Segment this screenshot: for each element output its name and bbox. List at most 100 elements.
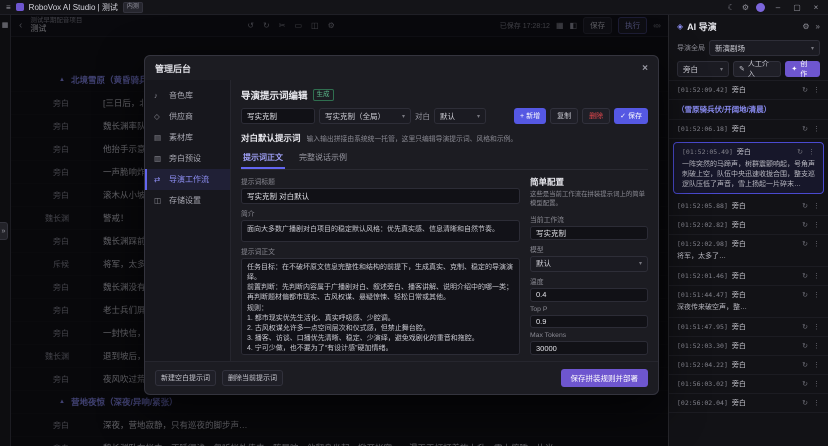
regenerate-icon[interactable]: ↻ xyxy=(802,399,808,407)
scope-select[interactable]: 新演剧场 ▾ xyxy=(709,40,820,56)
more-icon[interactable]: ⋮ xyxy=(813,399,820,407)
role-select[interactable]: 旁白 ▾ xyxy=(677,61,729,77)
more-icon[interactable]: ⋮ xyxy=(813,342,820,350)
new-blank-prompt-button[interactable]: 新建空白提示词 xyxy=(155,370,216,386)
regenerate-icon[interactable]: ↻ xyxy=(802,86,808,94)
prompt-title-input[interactable] xyxy=(241,188,520,204)
delete-current-prompt-button[interactable]: 删除当前提示词 xyxy=(222,370,283,386)
minimize-button[interactable]: – xyxy=(772,3,784,12)
temperature-input[interactable] xyxy=(530,288,648,302)
regenerate-icon[interactable]: ↻ xyxy=(802,272,808,280)
regenerate-icon[interactable]: ↻ xyxy=(802,323,808,331)
generate-badge: 生成 xyxy=(313,89,334,101)
current-workflow-input[interactable] xyxy=(530,226,648,240)
regenerate-icon[interactable]: ↻ xyxy=(797,148,803,156)
role-tag: 旁白 xyxy=(732,379,746,389)
panel-expand-button[interactable]: » xyxy=(0,222,8,240)
modal-menu-item[interactable]: ♪ 音色库 xyxy=(145,85,230,106)
tab-full-example[interactable]: 完整说话示例 xyxy=(297,150,349,169)
config-title: 简单配置 xyxy=(530,176,648,188)
more-icon[interactable]: ⋮ xyxy=(813,86,820,94)
regenerate-icon[interactable]: ↻ xyxy=(802,240,808,248)
home-icon[interactable]: ▦ xyxy=(2,21,9,29)
maximize-button[interactable]: ▢ xyxy=(791,3,803,12)
copy-button[interactable]: 复制 xyxy=(550,108,578,124)
chevron-down-icon: ▾ xyxy=(811,45,814,52)
more-icon[interactable]: ⋮ xyxy=(813,125,820,133)
avatar[interactable] xyxy=(756,3,765,12)
regenerate-icon[interactable]: ↻ xyxy=(802,380,808,388)
regenerate-icon[interactable]: ↻ xyxy=(802,291,808,299)
regenerate-icon[interactable]: ↻ xyxy=(802,202,808,210)
modal-menu-item[interactable]: ⇄ 导演工作流 xyxy=(145,169,230,190)
manual-edit-button[interactable]: ✎ 人工介入 xyxy=(733,61,781,77)
prompt-section-title: 对白默认提示词 xyxy=(241,132,301,144)
director-item[interactable]: [01:52:09.42] 旁白 ↻ ⋮ xyxy=(669,81,828,100)
modal-menu-item[interactable]: ◫ 存储设置 xyxy=(145,190,230,211)
delete-button[interactable]: 删除 xyxy=(582,108,610,124)
manual-edit-label: 人工介入 xyxy=(748,59,776,79)
more-icon[interactable]: ⋮ xyxy=(813,202,820,210)
close-button[interactable]: × xyxy=(810,3,822,12)
director-item[interactable]: [01:52:04.22] 旁白 ↻ ⋮ xyxy=(669,356,828,375)
create-button[interactable]: ✦ 创作 xyxy=(785,61,820,77)
director-item[interactable]: （雪原骑兵伏/开阔地/清晨） ↻ ⋮ xyxy=(669,100,828,120)
workflow-label: 当前工作流 xyxy=(530,214,648,224)
deploy-button[interactable]: 保存拼装规则并部署 xyxy=(561,369,649,387)
director-item[interactable]: [01:52:05.88] 旁白 ↻ ⋮ xyxy=(669,197,828,216)
workflow-name-input[interactable] xyxy=(241,108,315,124)
top-p-input[interactable] xyxy=(530,315,648,329)
more-icon[interactable]: ⋮ xyxy=(813,380,820,388)
prompt-section-desc: 输入输出拼接由系统统一托管，这里只编辑导演提示词、风格和示例。 xyxy=(307,133,518,143)
director-item[interactable]: [01:52:02.82] 旁白 ↻ ⋮ xyxy=(669,216,828,235)
add-label: 新增 xyxy=(526,111,540,121)
model-select[interactable]: 默认 ▾ xyxy=(530,256,648,272)
director-item-text: 一阵突然的马蹄声，树群震颤响起，号角声刺破上空，队伍中央迅速收拢合围，整支巡逻队… xyxy=(682,160,815,189)
director-item[interactable]: [01:51:47.95] 旁白 ↻ ⋮ xyxy=(669,318,828,337)
director-settings-icon[interactable]: ⚙ xyxy=(802,22,809,31)
intro-textarea[interactable]: 面向大多数广播剧对白项目的稳定默认风格：优先真实感、信息清晰和自然节奏。 xyxy=(241,220,520,242)
sparkle-icon: ✦ xyxy=(791,65,797,73)
timestamp: [01:52:02.82] xyxy=(677,221,728,229)
more-icon[interactable]: ⋮ xyxy=(813,291,820,299)
more-icon[interactable]: ⋮ xyxy=(813,240,820,248)
save-prompt-button[interactable]: ✓ 保存 xyxy=(614,108,648,124)
prompt-fields: 提示词标题 简介 面向大多数广播剧对白项目的稳定默认风格：优先真实感、信息清晰和… xyxy=(241,176,520,355)
director-item[interactable]: [02:56:02.04] 旁白 ↻ ⋮ xyxy=(669,394,828,413)
tab-prompt-body[interactable]: 提示词正文 xyxy=(241,150,285,169)
director-item[interactable]: [01:51:44.47] 旁白 ↻ ⋮ 深夜传来破空声，整… xyxy=(669,286,828,318)
more-icon[interactable]: ⋮ xyxy=(808,148,815,156)
menu-icon[interactable]: ≡ xyxy=(6,3,11,12)
more-icon[interactable]: ⋮ xyxy=(813,221,820,229)
timestamp: [01:51:44.47] xyxy=(677,291,728,299)
more-icon[interactable]: ⋮ xyxy=(813,272,820,280)
timestamp: [02:56:02.04] xyxy=(677,399,728,407)
modal-close-icon[interactable]: × xyxy=(642,63,648,74)
more-icon[interactable]: ⋮ xyxy=(813,323,820,331)
regenerate-icon[interactable]: ↻ xyxy=(802,361,808,369)
director-item[interactable]: [01:56:03.02] 旁白 ↻ ⋮ xyxy=(669,375,828,394)
modal-menu-item[interactable]: ▤ 素材库 xyxy=(145,127,230,148)
more-icon[interactable]: ⋮ xyxy=(813,361,820,369)
settings-icon[interactable]: ⚙ xyxy=(742,3,749,12)
director-collapse-icon[interactable]: » xyxy=(816,22,820,31)
app-logo-icon xyxy=(16,3,24,11)
max-tokens-input[interactable] xyxy=(530,341,648,355)
add-button[interactable]: + 新增 xyxy=(514,108,546,124)
preset-select[interactable]: 默认 ▾ xyxy=(434,108,486,124)
director-item[interactable]: [01:52:05.49] 旁白 ↻ ⋮ 一阵突然的马蹄声，树群震颤响起，号角声… xyxy=(673,142,824,194)
modal-menu-item[interactable]: ▥ 旁白预设 xyxy=(145,148,230,169)
director-item[interactable]: [01:52:06.18] 旁白 ↻ ⋮ xyxy=(669,120,828,139)
theme-icon[interactable]: ☾ xyxy=(728,3,735,12)
workflow-scope-select[interactable]: 写实克制（全局） ▾ xyxy=(319,108,411,124)
modal-header: 管理后台 × xyxy=(145,56,658,80)
prompt-body-textarea[interactable]: 任务目标：在不破坏原文信息完整性和结构的前提下，生成真实、克制、稳定的导演演绎。… xyxy=(241,258,520,355)
regenerate-icon[interactable]: ↻ xyxy=(802,125,808,133)
timestamp: [01:52:06.18] xyxy=(677,125,728,133)
modal-menu-item[interactable]: ◇ 供应商 xyxy=(145,106,230,127)
director-item[interactable]: [01:52:03.30] 旁白 ↻ ⋮ xyxy=(669,337,828,356)
regenerate-icon[interactable]: ↻ xyxy=(802,221,808,229)
regenerate-icon[interactable]: ↻ xyxy=(802,342,808,350)
director-item[interactable]: [01:52:02.98] 旁白 ↻ ⋮ 将军，太多了… xyxy=(669,235,828,267)
director-item[interactable]: [01:52:01.46] 旁白 ↻ ⋮ xyxy=(669,267,828,286)
